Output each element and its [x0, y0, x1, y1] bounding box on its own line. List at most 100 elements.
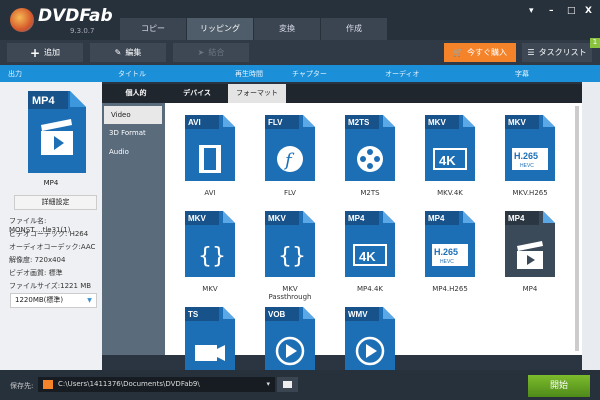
svg-text:4K: 4K: [439, 153, 456, 168]
category-3d-format[interactable]: 3D Format: [102, 124, 165, 142]
format-item[interactable]: MKV 4K MKV.4K: [420, 115, 480, 197]
svg-text:H.265: H.265: [434, 247, 458, 257]
svg-text:TS: TS: [188, 310, 199, 319]
mp4-file-icon[interactable]: MP4: [28, 91, 86, 173]
tab-personal[interactable]: 個人的: [107, 84, 165, 103]
info-video-codec: ビデオコーデック: H264: [9, 230, 89, 238]
svg-text:MP4: MP4: [508, 214, 525, 223]
play-file-icon: WMV: [345, 307, 395, 373]
scrollbar[interactable]: [575, 106, 579, 351]
4k-file-icon: MP4 4K: [345, 211, 395, 277]
col-output: 出力: [8, 70, 22, 78]
format-item[interactable]: MKV {} MKV Passthrough: [260, 211, 320, 301]
merge-button[interactable]: ➤ 結合: [173, 43, 249, 62]
format-item[interactable]: MKV H.265 HEVC MKV.H265: [500, 115, 560, 197]
open-folder-icon: [283, 381, 292, 388]
size-select[interactable]: 1220MB(標準) ▼: [10, 293, 97, 308]
svg-text:MP4: MP4: [348, 214, 365, 223]
save-path-select[interactable]: C:\Users\1411376\Documents\DVDFab9\ ▾: [38, 377, 275, 392]
4k-file-icon: MKV 4K: [425, 115, 475, 181]
format-name: MP4: [43, 179, 59, 187]
add-label: 追加: [44, 48, 61, 57]
close-icon[interactable]: X: [585, 6, 592, 16]
svg-text:MKV: MKV: [508, 118, 526, 127]
format-label: MKV.4K: [437, 189, 463, 197]
format-item[interactable]: FLV f FLV: [260, 115, 320, 197]
info-audio-codec: オーディオコーデック:AAC: [9, 243, 96, 251]
task-list-button[interactable]: ☰ タスクリスト: [522, 43, 592, 62]
notification-badge: 1: [590, 38, 600, 48]
tab-copy[interactable]: コピー: [120, 18, 186, 40]
chevron-down-icon: ▼: [87, 297, 92, 304]
format-item[interactable]: MP4 H.265 HEVC MP4.H265: [420, 211, 480, 293]
svg-text:MKV: MKV: [268, 214, 286, 223]
tab-convert[interactable]: 変換: [254, 18, 320, 40]
info-resolution: 解像度: 720x404: [9, 256, 66, 264]
maximize-icon[interactable]: □: [567, 6, 576, 16]
svg-text:HEVC: HEVC: [440, 259, 454, 265]
svg-text:{}: {}: [198, 244, 226, 269]
profile-popup: 個人的 デバイス フォーマット Video 3D Format Audio AV…: [102, 84, 582, 373]
dropdown-menu-icon[interactable]: ▾: [529, 6, 534, 16]
format-item[interactable]: MP4 4K MP4.4K: [340, 211, 400, 293]
col-title: タイトル: [118, 70, 146, 78]
col-subtitle: 字幕: [515, 70, 529, 78]
minimize-icon[interactable]: –: [549, 6, 554, 16]
svg-text:4K: 4K: [359, 249, 376, 264]
film-file-icon: AVI: [185, 115, 235, 181]
task-list-label: タスクリスト: [538, 48, 587, 57]
browse-folder-button[interactable]: [277, 377, 298, 392]
format-label: MKV Passthrough: [268, 285, 312, 301]
bottom-bar: 保存先: C:\Users\1411376\Documents\DVDFab9\…: [0, 370, 600, 400]
add-button[interactable]: + 追加: [7, 43, 83, 62]
tab-format[interactable]: フォーマット: [228, 84, 286, 103]
edit-button[interactable]: ✎ 編集: [90, 43, 166, 62]
merge-label: 結合: [208, 48, 225, 57]
tab-create[interactable]: 作成: [321, 18, 387, 40]
merge-icon: ➤: [197, 48, 205, 57]
format-label: MP4: [522, 285, 538, 293]
col-audio: オーディオ: [385, 70, 420, 78]
format-label: FLV: [284, 189, 296, 197]
format-item[interactable]: AVI AVI: [180, 115, 240, 197]
col-chapter: チャプター: [292, 70, 327, 78]
info-video-quality: ビデオ画質: 標準: [9, 269, 63, 277]
svg-text:HEVC: HEVC: [520, 163, 534, 169]
buy-now-button[interactable]: 🛒 今すぐ購入: [444, 43, 516, 62]
mkv-file-icon: MKV {}: [265, 211, 315, 277]
format-item[interactable]: M2TS M2TS: [340, 115, 400, 197]
title-list-area: [582, 82, 600, 370]
app-version: 9.3.0.7: [70, 27, 95, 35]
category-audio[interactable]: Audio: [102, 143, 165, 161]
category-video[interactable]: Video: [104, 106, 162, 124]
column-header: 出力 タイトル 再生時間 チャプター オーディオ 字幕: [0, 65, 600, 82]
tab-ripping[interactable]: リッピング: [187, 18, 253, 40]
format-item[interactable]: MP4 MP4: [500, 211, 560, 293]
svg-text:VOB: VOB: [268, 310, 286, 319]
save-path-value: C:\Users\1411376\Documents\DVDFab9\: [58, 380, 200, 388]
dvdfab-logo-icon: [10, 8, 34, 32]
cart-icon: 🛒: [453, 48, 463, 57]
tab-device[interactable]: デバイス: [168, 84, 226, 103]
format-label: MP4.4K: [357, 285, 383, 293]
advanced-settings-button[interactable]: 詳細設定: [14, 195, 97, 210]
start-button[interactable]: 開始: [528, 375, 590, 397]
info-file-size: ファイルサイズ:1221 MB: [9, 282, 92, 290]
format-item[interactable]: MKV {} MKV: [180, 211, 240, 293]
reel-file-icon: M2TS: [345, 115, 395, 181]
col-duration: 再生時間: [235, 70, 263, 78]
svg-text:MP4: MP4: [428, 214, 445, 223]
folder-icon: [43, 380, 53, 389]
buy-label: 今すぐ購入: [466, 48, 507, 57]
format-label: MKV: [202, 285, 218, 293]
svg-text:M2TS: M2TS: [348, 118, 370, 127]
svg-text:{}: {}: [278, 244, 306, 269]
h265-file-icon: MP4 H.265 HEVC: [425, 211, 475, 277]
h265-file-icon: MKV H.265 HEVC: [505, 115, 555, 181]
format-label: M2TS: [360, 189, 380, 197]
format-label: AVI: [204, 189, 216, 197]
svg-text:MKV: MKV: [428, 118, 446, 127]
edit-icon: ✎: [114, 48, 122, 57]
flash-file-icon: FLVf: [265, 115, 315, 181]
svg-text:WMV: WMV: [348, 310, 368, 319]
